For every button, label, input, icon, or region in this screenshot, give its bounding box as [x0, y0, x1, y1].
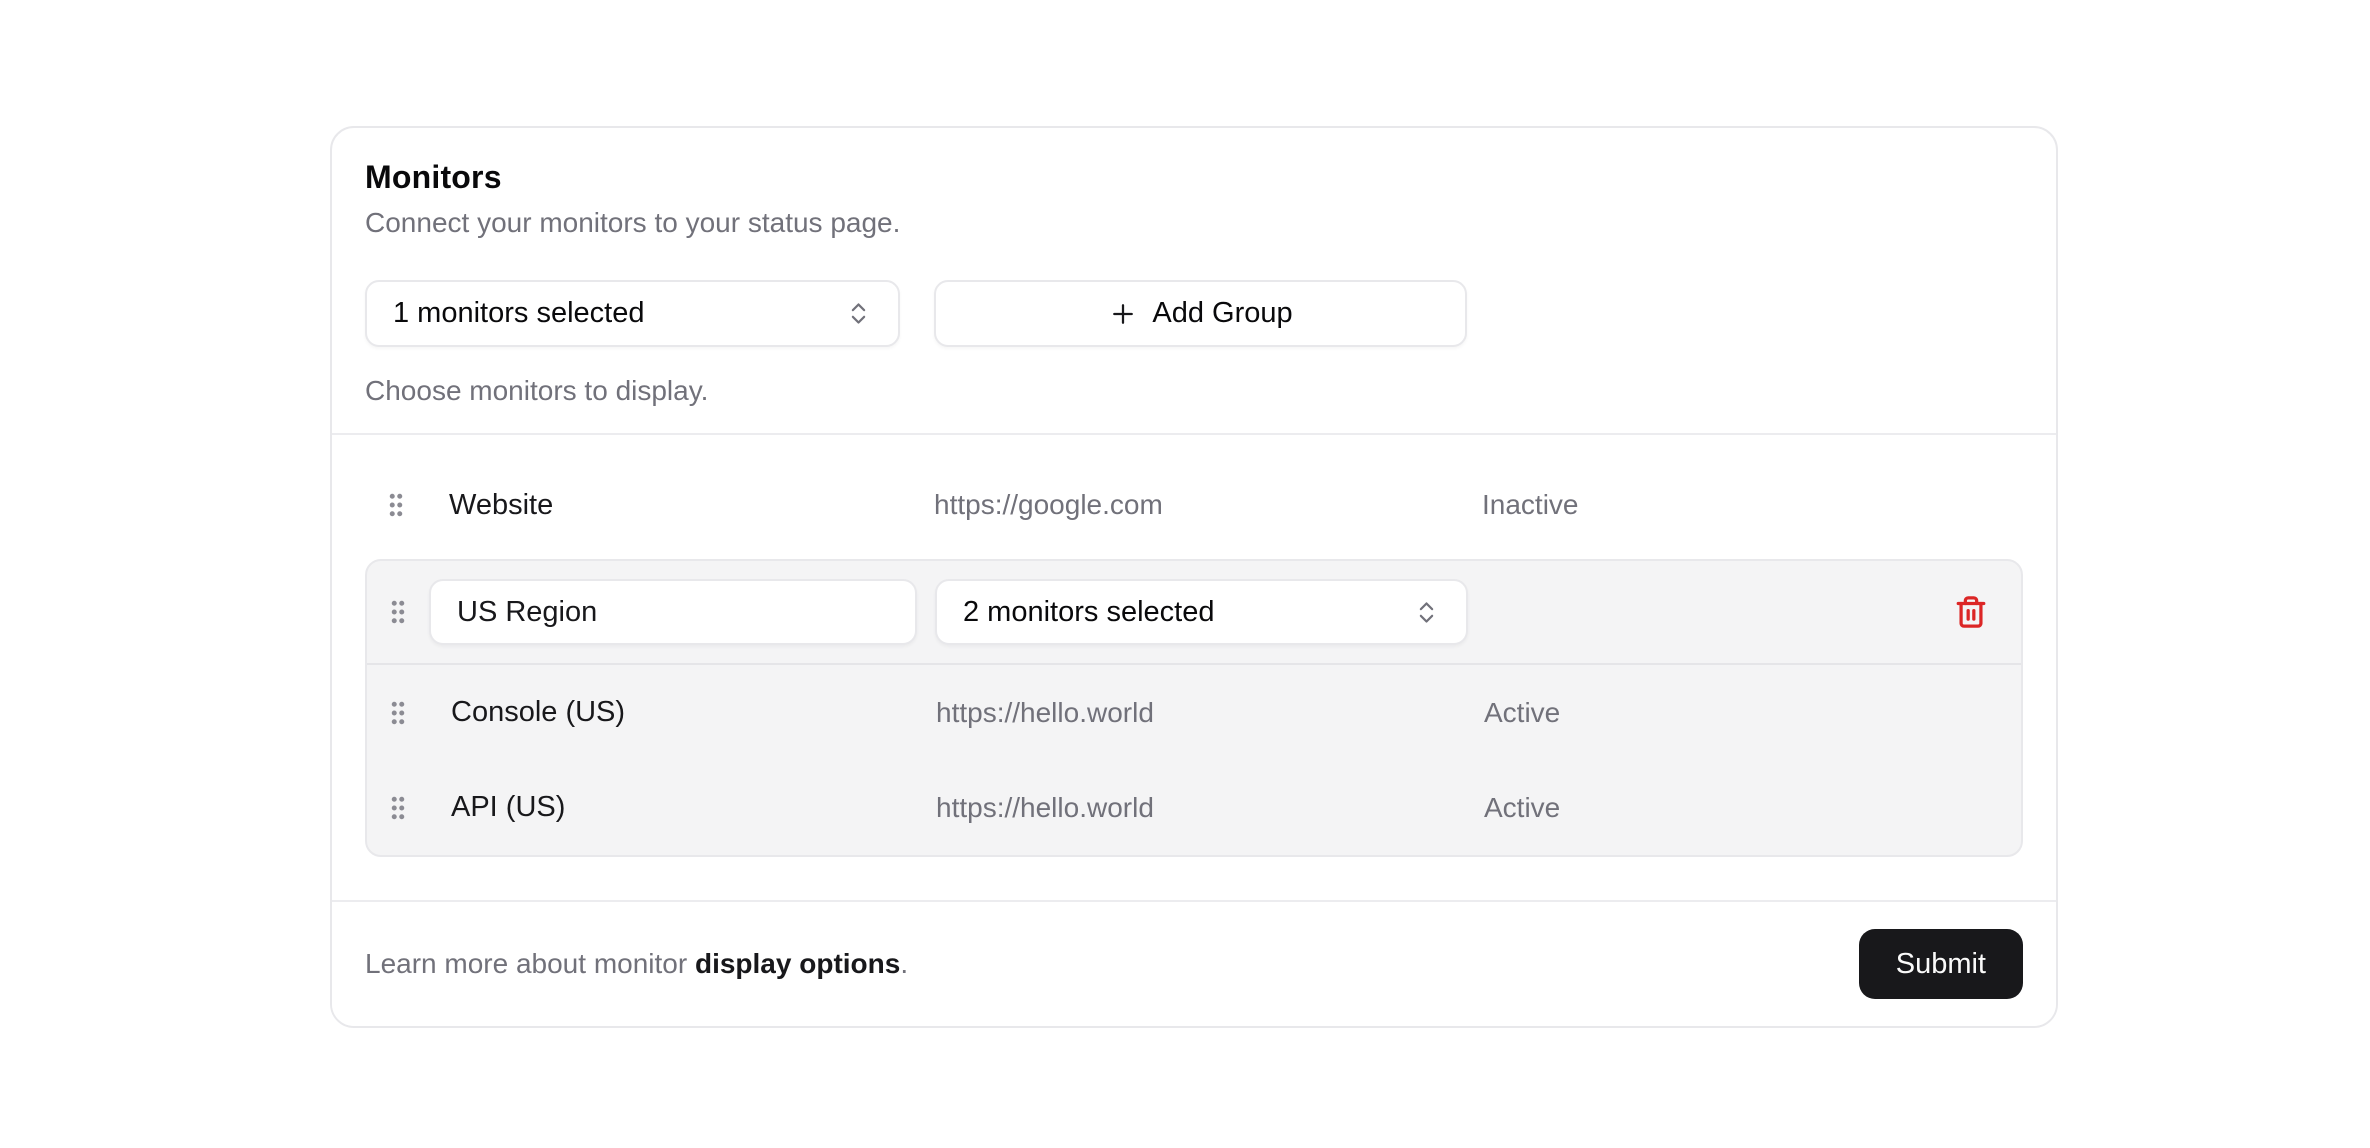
group-drag-handle-button[interactable]	[383, 596, 413, 628]
controls-row: 1 monitors selected Add Group	[365, 280, 2023, 347]
monitor-row-console-us: Console (US) https://hello.world Active	[367, 665, 2021, 760]
footer-note-prefix: Learn more about monitor	[365, 948, 695, 979]
add-group-button[interactable]: Add Group	[934, 280, 1467, 347]
group-name-input[interactable]	[429, 579, 917, 645]
monitor-name: Website	[449, 489, 553, 522]
add-group-label: Add Group	[1152, 297, 1292, 330]
drag-handle-button[interactable]	[383, 697, 413, 729]
monitors-count-select-value: 1 monitors selected	[393, 297, 644, 330]
group-header: 2 monitors selected	[367, 561, 2021, 665]
drag-handle-button[interactable]	[381, 489, 411, 521]
monitors-select-helper: Choose monitors to display.	[365, 373, 2023, 409]
monitors-card: Monitors Connect your monitors to your s…	[330, 126, 2058, 1028]
trash-icon	[1954, 595, 1988, 629]
monitor-group: 2 monitors selected	[365, 559, 2023, 857]
delete-group-button[interactable]	[1943, 584, 1999, 640]
footer-note-suffix: .	[900, 948, 908, 979]
plus-icon	[1108, 299, 1138, 329]
chevrons-up-down-icon	[845, 300, 872, 327]
monitor-url: https://hello.world	[936, 792, 1484, 824]
monitors-list: Website https://google.com Inactive	[332, 435, 2056, 900]
monitor-status: Inactive	[1482, 489, 2023, 521]
monitors-count-select[interactable]: 1 monitors selected	[365, 280, 900, 347]
submit-button[interactable]: Submit	[1859, 929, 2023, 999]
monitor-url: https://hello.world	[936, 697, 1484, 729]
footer-note: Learn more about monitor display options…	[365, 948, 908, 980]
card-header: Monitors Connect your monitors to your s…	[332, 128, 2056, 435]
monitor-status: Active	[1484, 792, 2021, 824]
monitor-row-website: Website https://google.com Inactive	[365, 459, 2023, 551]
card-footer: Learn more about monitor display options…	[332, 900, 2056, 1026]
chevrons-up-down-icon	[1413, 599, 1440, 626]
monitor-status: Active	[1484, 697, 2021, 729]
page-description: Connect your monitors to your status pag…	[365, 204, 2023, 242]
grip-vertical-icon	[383, 697, 413, 729]
drag-handle-button[interactable]	[383, 792, 413, 824]
grip-vertical-icon	[383, 792, 413, 824]
display-options-link[interactable]: display options	[695, 948, 900, 979]
monitor-row-api-us: API (US) https://hello.world Active	[367, 760, 2021, 855]
group-monitors-select[interactable]: 2 monitors selected	[935, 579, 1468, 645]
grip-vertical-icon	[381, 489, 411, 521]
monitor-url: https://google.com	[934, 489, 1482, 521]
monitor-name: API (US)	[451, 791, 565, 824]
grip-vertical-icon	[383, 596, 413, 628]
group-rows: Console (US) https://hello.world Active	[367, 665, 2021, 855]
group-monitors-select-value: 2 monitors selected	[963, 596, 1214, 629]
page-title: Monitors	[365, 156, 2023, 198]
monitor-name: Console (US)	[451, 696, 625, 729]
